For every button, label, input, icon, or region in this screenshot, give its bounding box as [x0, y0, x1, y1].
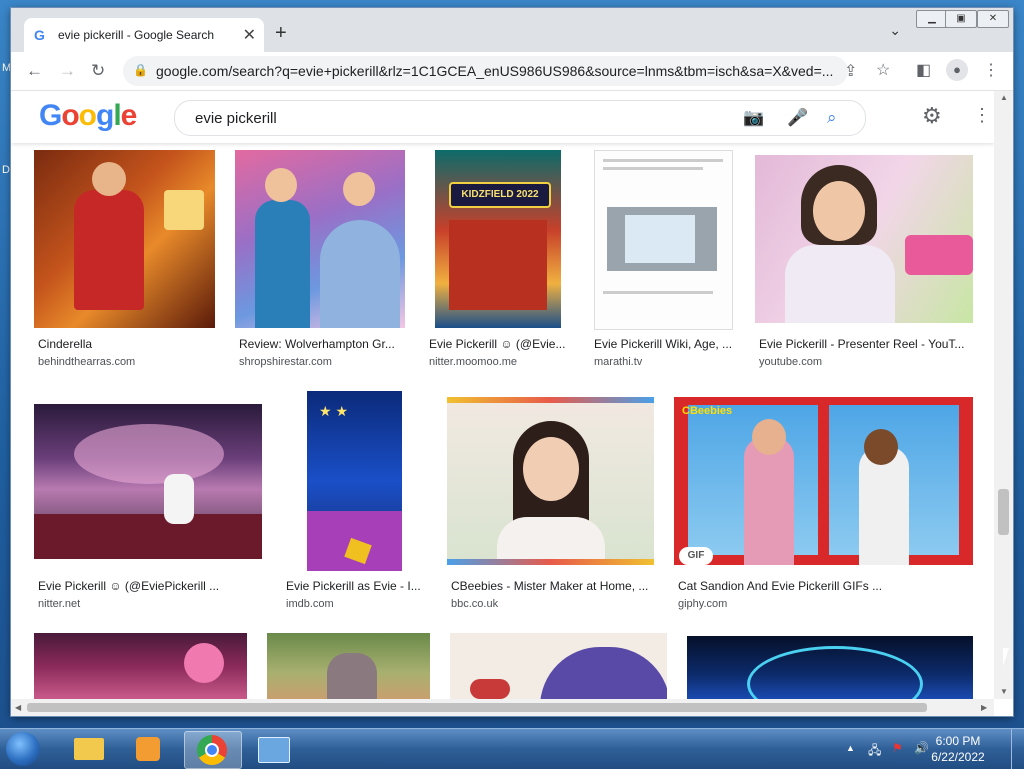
start-button[interactable] — [6, 732, 40, 766]
result-source[interactable]: behindthearras.com — [38, 356, 135, 368]
network-icon[interactable]: 🖧 — [868, 741, 881, 762]
scroll-right-arrow-icon[interactable]: ▶ — [981, 703, 987, 712]
control-panel-icon — [258, 737, 290, 763]
lock-icon: 🔒 — [133, 63, 148, 77]
desktop-icon-label: M — [2, 62, 12, 74]
kebab-menu-icon[interactable]: ⋮ — [983, 60, 999, 80]
microphone-icon[interactable]: 🎤 — [787, 108, 808, 128]
result-caption[interactable]: Cinderella — [38, 337, 92, 351]
system-clock[interactable]: 6:00 PM 6/22/2022 — [918, 733, 998, 765]
clock-date: 6/22/2022 — [931, 750, 985, 764]
google-logo[interactable]: Google — [39, 99, 137, 133]
tab-title: evie pickerill - Google Search — [58, 28, 215, 42]
result-caption[interactable]: Review: Wolverhampton Gr... — [239, 337, 395, 351]
action-center-flag-icon[interactable]: ⚑ — [892, 741, 903, 755]
url-text[interactable]: google.com/search?q=evie+pickerill&rlz=1… — [156, 63, 836, 79]
maximize-button[interactable]: ▣ — [945, 10, 977, 28]
result-caption[interactable]: CBeebies - Mister Maker at Home, ... — [451, 579, 648, 593]
clock-time: 6:00 PM — [935, 734, 981, 748]
reload-icon[interactable]: ↻ — [91, 61, 105, 81]
cbeebies-logo: CBeebies — [682, 405, 733, 417]
taskbar: ▲ 🖧 ⚑ 🔊 6:00 PM 6/22/2022 — [0, 728, 1024, 769]
search-header: Google evie pickerill 📷 🎤 ⌕ ⚙ ⋮⋮⋮ — [11, 91, 994, 143]
minimize-button[interactable]: ▁ — [916, 10, 948, 28]
scroll-down-arrow-icon[interactable]: ▼ — [1000, 687, 1008, 696]
result-image[interactable] — [687, 636, 973, 699]
media-player-icon — [136, 737, 160, 761]
scroll-up-arrow-icon[interactable]: ▲ — [1000, 93, 1008, 102]
result-source[interactable]: bbc.co.uk — [451, 598, 498, 610]
mouse-cursor-icon — [1003, 648, 1009, 666]
address-bar[interactable]: 🔒 google.com/search?q=evie+pickerill&rlz… — [123, 56, 848, 86]
taskbar-chrome[interactable] — [184, 731, 242, 769]
browser-toolbar: ← → ↻ 🔒 google.com/search?q=evie+pickeri… — [11, 52, 1013, 91]
result-image[interactable]: ★ ★ — [307, 391, 402, 571]
result-image[interactable] — [755, 155, 973, 323]
taskbar-control-panel[interactable] — [246, 731, 302, 767]
search-icon[interactable]: ⌕ — [827, 108, 837, 128]
forward-arrow-icon[interactable]: → — [59, 61, 76, 81]
profile-avatar-icon[interactable]: ● — [946, 59, 968, 81]
camera-search-icon[interactable]: 📷 — [743, 108, 764, 128]
back-arrow-icon[interactable]: ← — [26, 61, 43, 81]
result-source[interactable]: imdb.com — [286, 598, 334, 610]
result-image[interactable] — [34, 150, 215, 328]
vertical-scrollbar[interactable]: ▲ ▼ — [994, 91, 1013, 699]
result-image[interactable] — [447, 397, 654, 565]
search-box[interactable]: evie pickerill 📷 🎤 ⌕ — [174, 100, 866, 136]
result-caption[interactable]: Evie Pickerill - Presenter Reel - YouT..… — [759, 337, 964, 351]
tab-strip: G evie pickerill - Google Search ✕ + ⌄ ▁… — [11, 8, 1013, 52]
new-tab-button[interactable]: + — [275, 22, 287, 45]
tab-active[interactable]: G evie pickerill - Google Search ✕ — [24, 18, 264, 52]
result-caption[interactable]: Evie Pickerill ☺ (@EviePickerill ... — [38, 579, 219, 593]
taskbar-explorer[interactable] — [62, 731, 118, 767]
result-source[interactable]: youtube.com — [759, 356, 822, 368]
side-panel-icon[interactable]: ◧ — [916, 60, 931, 80]
search-input[interactable]: evie pickerill — [195, 110, 277, 127]
result-image[interactable] — [34, 633, 247, 699]
share-icon[interactable]: ⇪ — [844, 61, 857, 81]
show-hidden-icons-arrow-icon[interactable]: ▲ — [846, 743, 855, 753]
result-caption[interactable]: Evie Pickerill ☺ (@Evie... — [429, 337, 565, 351]
tab-close-icon[interactable]: ✕ — [243, 25, 256, 45]
desktop-icon-label: D — [2, 164, 10, 176]
google-favicon-icon: G — [34, 27, 45, 43]
result-source[interactable]: nitter.moomoo.me — [429, 356, 517, 368]
tab-search-chevron-icon[interactable]: ⌄ — [889, 22, 901, 39]
result-source[interactable]: marathi.tv — [594, 356, 642, 368]
result-image[interactable]: KIDZFIELD 2022 — [435, 150, 561, 328]
result-source[interactable]: nitter.net — [38, 598, 80, 610]
settings-gear-icon[interactable]: ⚙ — [922, 103, 942, 129]
vertical-scroll-thumb[interactable] — [998, 489, 1009, 535]
show-desktop-button[interactable] — [1011, 729, 1024, 769]
scroll-left-arrow-icon[interactable]: ◀ — [15, 703, 21, 712]
horizontal-scroll-thumb[interactable] — [27, 703, 927, 712]
horizontal-scrollbar[interactable]: ◀ ▶ — [11, 699, 994, 716]
google-images-page: Google evie pickerill 📷 🎤 ⌕ ⚙ ⋮⋮⋮ KIDZFI… — [11, 91, 994, 699]
result-image[interactable] — [235, 150, 405, 328]
result-caption[interactable]: Evie Pickerill as Evie - I... — [286, 579, 421, 593]
chrome-icon — [197, 735, 227, 765]
browser-window: G evie pickerill - Google Search ✕ + ⌄ ▁… — [11, 8, 1013, 716]
result-source[interactable]: shropshirestar.com — [239, 356, 332, 368]
result-source[interactable]: giphy.com — [678, 598, 727, 610]
close-window-button[interactable]: ✕ — [977, 10, 1009, 28]
result-image[interactable] — [267, 633, 430, 699]
result-caption[interactable]: Cat Sandion And Evie Pickerill GIFs ... — [678, 579, 882, 593]
result-image[interactable] — [594, 150, 733, 330]
apps-grid-icon[interactable]: ⋮⋮⋮ — [973, 105, 994, 126]
result-image[interactable]: CBeebies — [674, 397, 973, 565]
taskbar-media-player[interactable] — [122, 731, 178, 767]
poster-title: KIDZFIELD 2022 — [449, 182, 551, 208]
folder-icon — [74, 738, 104, 760]
bookmark-star-icon[interactable]: ☆ — [876, 60, 890, 80]
gif-badge: GIF — [679, 547, 713, 565]
result-image[interactable] — [34, 404, 262, 559]
result-image[interactable] — [450, 633, 667, 699]
result-caption[interactable]: Evie Pickerill Wiki, Age, ... — [594, 337, 732, 351]
